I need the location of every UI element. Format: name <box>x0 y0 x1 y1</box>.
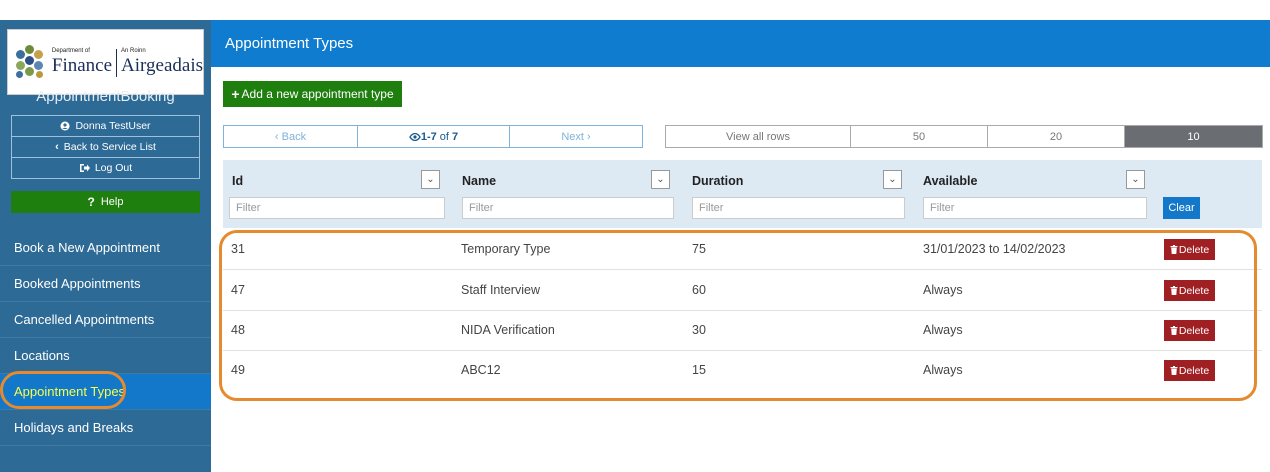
cell-name: Temporary Type <box>461 242 551 256</box>
user-profile-button[interactable]: Donna TestUser <box>11 115 200 137</box>
chevron-left-icon: ‹ <box>274 130 282 143</box>
name-filter-input[interactable]: Filter <box>462 197 674 219</box>
back-to-service-list-button[interactable]: ‹ Back to Service List <box>11 136 200 158</box>
rows-option-all[interactable]: View all rows <box>666 126 851 147</box>
table-row: 48 NIDA Verification 30 Always Delete <box>223 311 1262 351</box>
sidebar-item-cancelled[interactable]: Cancelled Appointments <box>0 302 211 338</box>
help-label: Help <box>100 196 124 208</box>
chevron-down-icon[interactable]: ⌄ <box>1126 170 1145 189</box>
clear-filters-button[interactable]: Clear <box>1163 197 1200 219</box>
logout-label: Log Out <box>94 162 133 174</box>
eye-icon <box>409 132 421 141</box>
table-header: Id ⌄ Filter Name ⌄ Filter Duration ⌄ Fil… <box>223 160 1262 228</box>
add-button-label: Add a new appointment type <box>241 87 394 101</box>
pager-count: 1-7 of 7 <box>358 126 510 147</box>
pager-next-button[interactable]: Next › <box>510 126 642 147</box>
logo-left-small: Department of <box>51 47 90 54</box>
user-name: Donna TestUser <box>75 120 151 132</box>
table-row: 47 Staff Interview 60 Always Delete <box>223 271 1262 311</box>
sidebar: Department of Finance An Roinn Airgeadai… <box>0 20 211 472</box>
available-filter-input[interactable]: Filter <box>923 197 1147 219</box>
chevron-down-icon[interactable]: ⌄ <box>883 170 902 189</box>
sidebar-item-locations[interactable]: Locations <box>0 338 211 374</box>
sidebar-nav: Book a New Appointment Booked Appointmen… <box>0 230 211 446</box>
page-title: Appointment Types <box>225 35 354 52</box>
trash-icon <box>1170 245 1178 254</box>
logo-left-big: Finance <box>51 54 113 76</box>
trash-icon <box>1170 326 1178 335</box>
cell-available: Always <box>923 363 963 377</box>
back-label: Back to Service List <box>63 141 156 153</box>
pager-back-label: Back <box>281 130 307 143</box>
user-icon <box>60 121 70 131</box>
rows-option-50[interactable]: 50 <box>851 126 988 147</box>
cell-duration: 60 <box>692 283 706 297</box>
cell-available: 31/01/2023 to 14/02/2023 <box>923 242 1066 256</box>
sidebar-item-appointment-types[interactable]: Appointment Types <box>0 374 211 410</box>
cell-name: Staff Interview <box>461 283 540 297</box>
cell-duration: 15 <box>692 363 706 377</box>
duration-filter-input[interactable]: Filter <box>692 197 905 219</box>
chevron-left-icon: ‹ <box>55 141 59 153</box>
cell-id: 49 <box>231 363 245 377</box>
cell-duration: 30 <box>692 323 706 337</box>
trash-icon <box>1170 366 1178 375</box>
pager-back-button[interactable]: ‹ Back <box>224 126 358 147</box>
app-name: AppointmentBooking <box>36 88 175 105</box>
question-icon: ? <box>87 195 95 209</box>
help-button[interactable]: ? Help <box>11 191 200 213</box>
delete-button[interactable]: Delete <box>1164 280 1215 301</box>
delete-button[interactable]: Delete <box>1164 320 1215 341</box>
cell-available: Always <box>923 283 963 297</box>
department-logo: Department of Finance An Roinn Airgeadai… <box>7 29 204 95</box>
plus-icon: + <box>231 86 240 102</box>
sidebar-item-booked[interactable]: Booked Appointments <box>0 266 211 302</box>
delete-label: Delete <box>1178 243 1210 256</box>
pager-range: 1-7 <box>420 130 437 143</box>
delete-label: Delete <box>1178 284 1210 297</box>
cell-duration: 75 <box>692 242 706 256</box>
delete-button[interactable]: Delete <box>1164 360 1215 381</box>
delete-label: Delete <box>1178 324 1210 337</box>
id-filter-input[interactable]: Filter <box>229 197 445 219</box>
pagination: ‹ Back 1-7 of 7 Next › <box>223 125 643 148</box>
pager-of: of <box>436 130 453 143</box>
cell-id: 47 <box>231 283 245 297</box>
column-header-id[interactable]: Id <box>232 174 243 188</box>
column-header-available[interactable]: Available <box>923 174 977 188</box>
pager-total: 7 <box>452 130 459 143</box>
logo-right-small: An Roinn <box>121 47 146 54</box>
delete-label: Delete <box>1178 364 1210 377</box>
table-row: 49 ABC12 15 Always Delete <box>223 351 1262 391</box>
chevron-down-icon[interactable]: ⌄ <box>651 170 670 189</box>
sidebar-item-book-new[interactable]: Book a New Appointment <box>0 230 211 266</box>
sign-out-icon <box>79 164 90 172</box>
trash-icon <box>1170 286 1178 295</box>
delete-button[interactable]: Delete <box>1164 239 1215 260</box>
cell-name: NIDA Verification <box>461 323 555 337</box>
logo-right-big: Airgeadais <box>121 54 203 76</box>
column-header-name[interactable]: Name <box>462 174 496 188</box>
chevron-right-icon: › <box>583 130 591 143</box>
chevron-down-icon[interactable]: ⌄ <box>421 170 440 189</box>
column-header-duration[interactable]: Duration <box>692 174 743 188</box>
cell-id: 31 <box>231 242 245 256</box>
log-out-button[interactable]: Log Out <box>11 157 200 179</box>
rows-per-page: View all rows 50 20 10 <box>665 125 1263 148</box>
add-appointment-type-button[interactable]: + Add a new appointment type <box>223 81 402 107</box>
cell-name: ABC12 <box>461 363 501 377</box>
sidebar-item-holidays[interactable]: Holidays and Breaks <box>0 410 211 446</box>
page-header: Appointment Types <box>211 20 1270 67</box>
pager-next-label: Next <box>561 130 584 143</box>
logo-emblem-icon <box>12 44 48 80</box>
cell-id: 48 <box>231 323 245 337</box>
logo-divider <box>116 48 118 77</box>
rows-option-10[interactable]: 10 <box>1125 126 1262 147</box>
cell-available: Always <box>923 323 963 337</box>
table-row: 31 Temporary Type 75 31/01/2023 to 14/02… <box>223 230 1262 270</box>
rows-option-20[interactable]: 20 <box>988 126 1125 147</box>
